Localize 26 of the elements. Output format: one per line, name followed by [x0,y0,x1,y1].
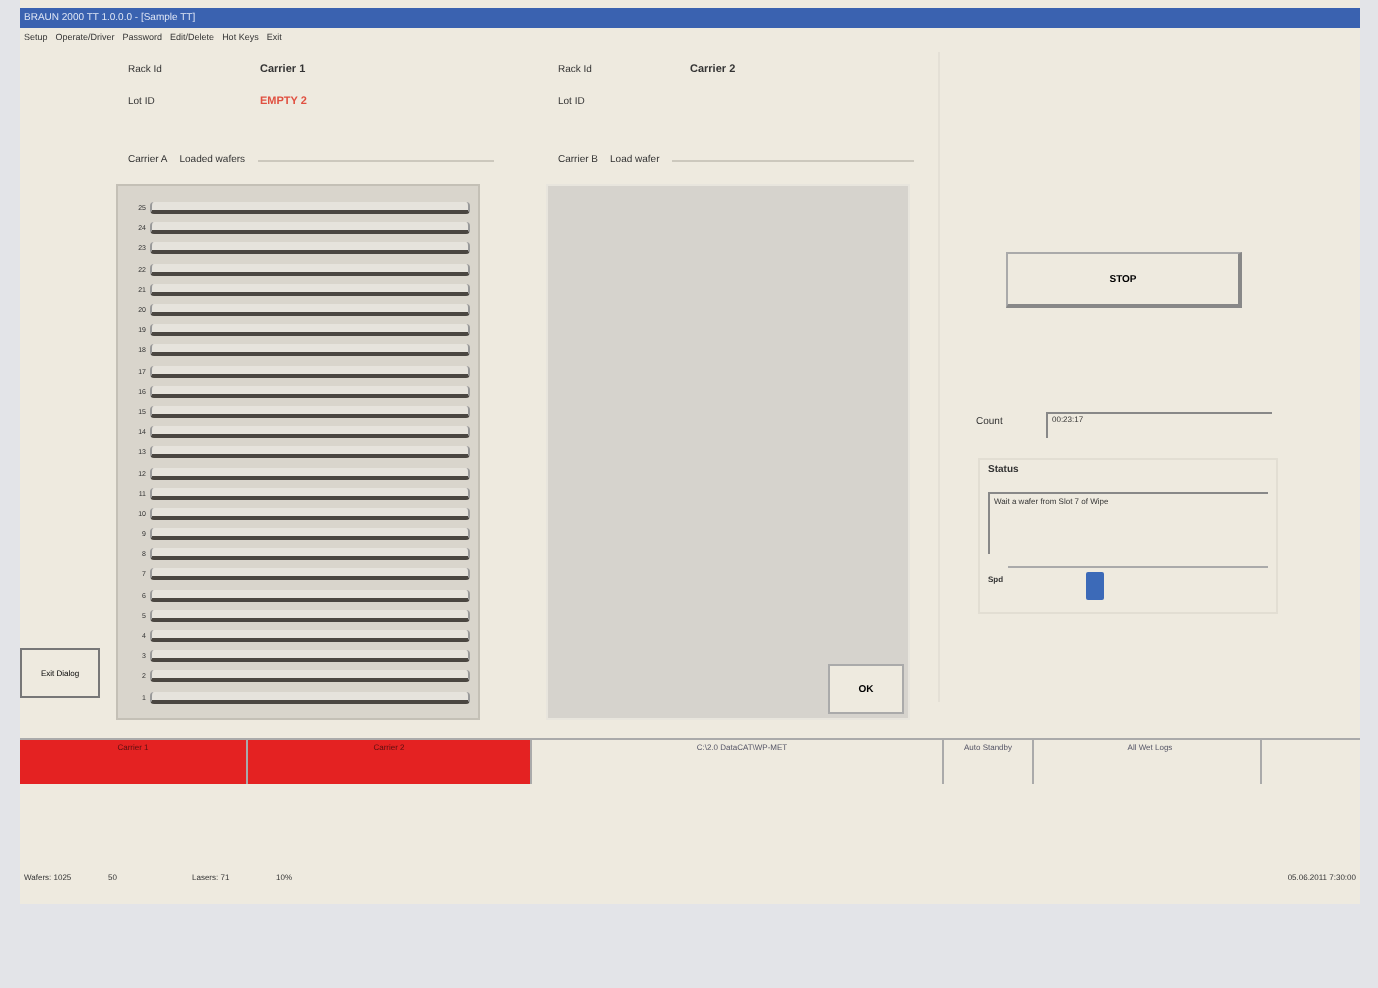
wafer-slot[interactable] [150,467,470,480]
wafer-slot[interactable] [150,263,470,276]
wafer-slot[interactable] [150,344,470,357]
wafer-slot[interactable] [150,242,470,255]
wafer-slot[interactable] [150,202,470,215]
wafer-slot[interactable] [150,426,470,439]
wafer-slot[interactable] [150,548,470,561]
wafer-slot[interactable] [150,568,470,581]
wafer-slot[interactable] [150,365,470,378]
wafer-slot[interactable] [150,283,470,296]
wafer-slot[interactable] [150,324,470,337]
wafer-slot[interactable] [150,405,470,418]
wafer-slot[interactable] [150,446,470,459]
wafer-slot[interactable] [150,609,470,622]
wafer-slot[interactable] [150,650,470,663]
speed-slider-thumb[interactable] [1086,572,1104,600]
wafer-slot[interactable] [150,670,470,683]
wafer-slot[interactable] [150,691,470,704]
wafer-slot[interactable] [150,589,470,602]
wafer-slot[interactable] [150,487,470,500]
wafer-slot[interactable] [150,385,470,398]
wafer-slot[interactable] [150,222,470,235]
wafer-slot[interactable] [150,528,470,541]
wafer-slot[interactable] [150,507,470,520]
wafer-slot[interactable] [150,304,470,317]
wafer-slot[interactable] [150,630,470,643]
